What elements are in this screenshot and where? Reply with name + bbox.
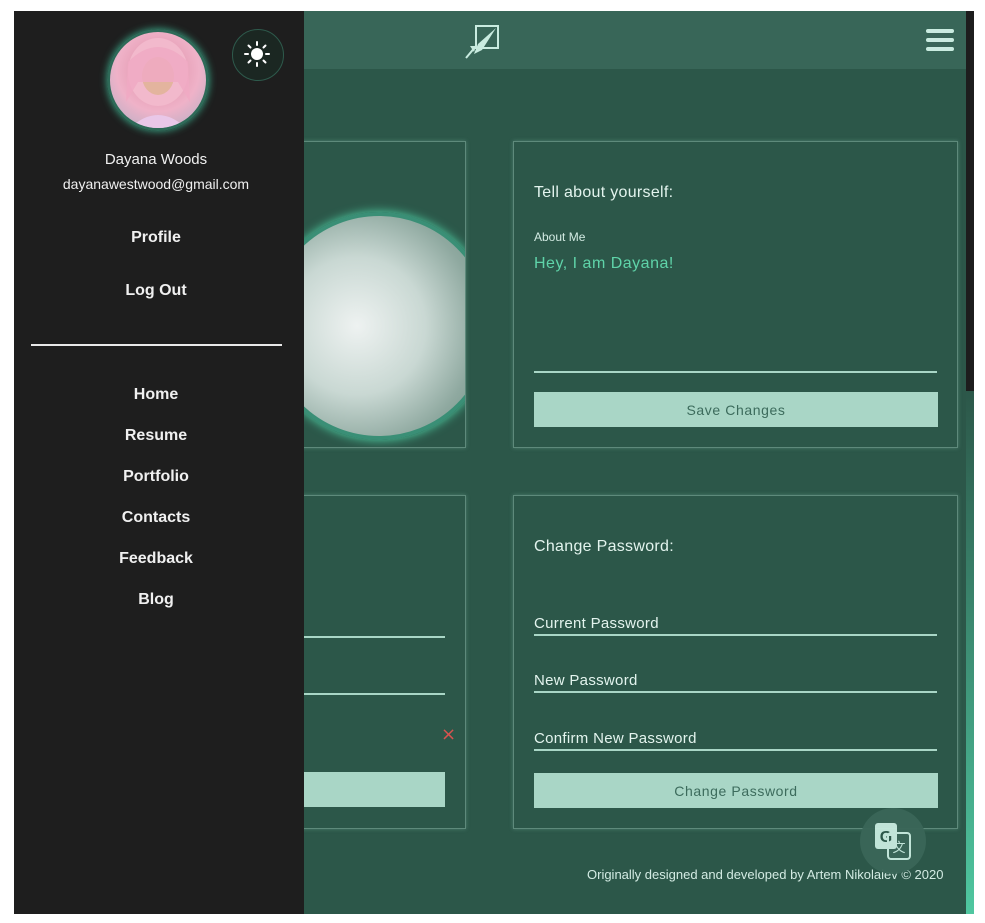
- user-email: dayanawestwood@gmail.com: [62, 176, 250, 192]
- about-me-textarea[interactable]: Hey, I am Dayana!: [534, 255, 674, 273]
- hamburger-icon[interactable]: [926, 29, 954, 51]
- confirm-password-field[interactable]: Confirm New Password: [534, 730, 937, 751]
- change-password-heading: Change Password:: [534, 538, 674, 555]
- sidebar-item-logout[interactable]: Log Out: [14, 282, 298, 300]
- sidebar-item-portfolio[interactable]: Portfolio: [14, 468, 298, 486]
- sidebar-item-feedback[interactable]: Feedback: [14, 550, 298, 568]
- about-underline: [534, 371, 937, 373]
- rocket-icon[interactable]: [464, 24, 500, 60]
- about-me-label: About Me: [534, 230, 586, 244]
- translate-icon: G 文: [875, 823, 911, 860]
- svg-text:G: G: [880, 829, 892, 846]
- sidebar-item-contacts[interactable]: Contacts: [14, 509, 298, 527]
- sidebar-divider: [31, 344, 282, 346]
- avatar[interactable]: [107, 29, 209, 131]
- app-window: Tell about yourself: About Me Hey, I am …: [14, 11, 974, 914]
- theme-toggle-button[interactable]: [232, 29, 284, 81]
- change-password-card: Change Password: Current Password New Pa…: [513, 495, 958, 829]
- save-changes-button[interactable]: Save Changes: [534, 392, 938, 427]
- about-heading: Tell about yourself:: [534, 184, 674, 201]
- new-password-field[interactable]: New Password: [534, 672, 937, 693]
- svg-text:文: 文: [892, 841, 905, 856]
- scrollbar-thumb[interactable]: [966, 391, 974, 914]
- user-name: Dayana Woods: [104, 151, 208, 168]
- change-password-button[interactable]: Change Password: [534, 773, 938, 808]
- sun-icon: [244, 41, 270, 67]
- sidebar-item-home[interactable]: Home: [14, 386, 298, 404]
- avatar-photo: [126, 38, 190, 128]
- translate-button[interactable]: G 文: [860, 808, 926, 874]
- sidebar-item-blog[interactable]: Blog: [14, 591, 298, 609]
- sidebar-item-resume[interactable]: Resume: [14, 427, 298, 445]
- sidebar-drawer: Dayana Woods dayanawestwood@gmail.com Pr…: [14, 11, 304, 914]
- sidebar-item-profile[interactable]: Profile: [14, 229, 298, 247]
- remove-icon[interactable]: ×: [441, 726, 456, 744]
- about-card: Tell about yourself: About Me Hey, I am …: [513, 141, 958, 448]
- current-password-field[interactable]: Current Password: [534, 615, 937, 636]
